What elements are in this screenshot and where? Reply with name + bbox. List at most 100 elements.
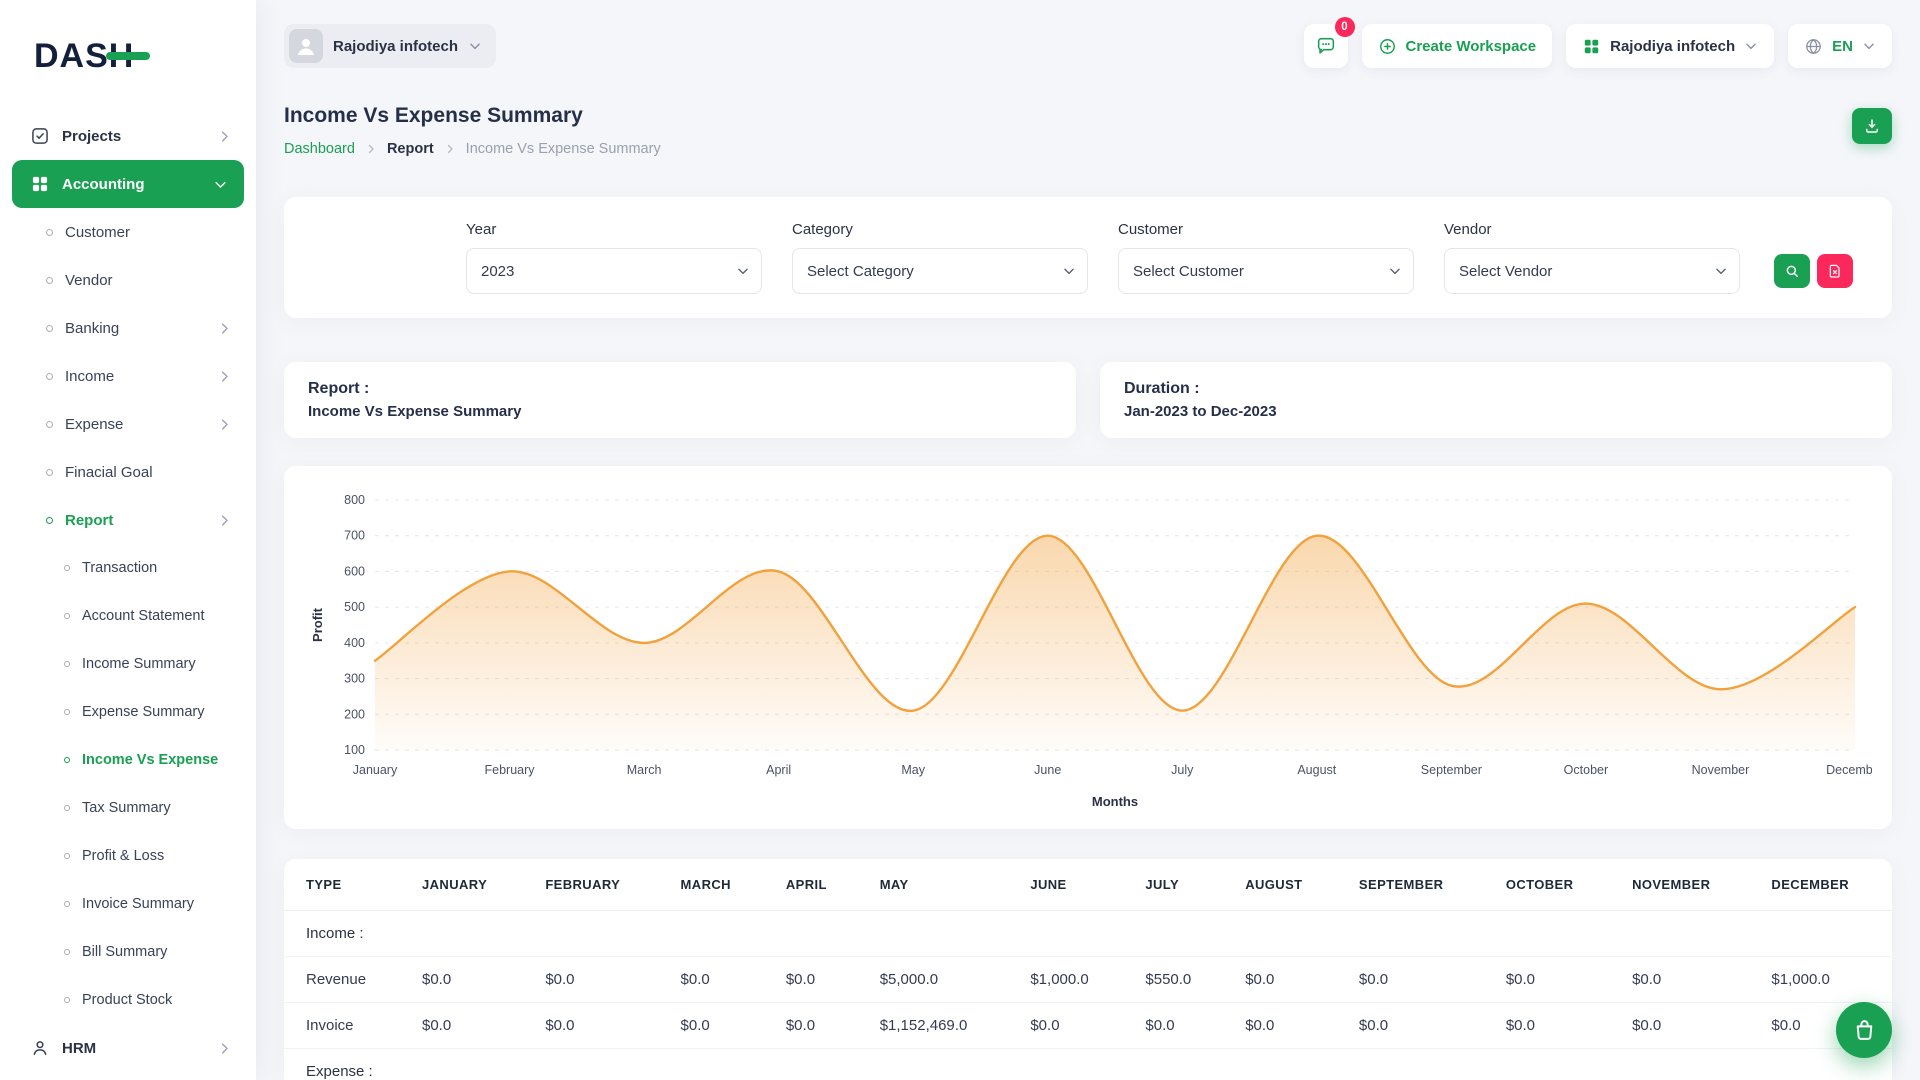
sidebar: DASH Projects Accounting Customer Vendor Ban… — [0, 0, 256, 1080]
sidebar-item-invoice-summary[interactable]: Invoice Summary — [0, 880, 256, 928]
chevron-right-icon — [217, 513, 232, 528]
messages-button[interactable]: 0 — [1304, 24, 1348, 68]
sidebar-item-product-stock[interactable]: Product Stock — [0, 976, 256, 1024]
table-row: Invoice$0.0$0.0$0.0$0.0$1,152,469.0$0.0$… — [284, 1003, 1892, 1049]
sidebar-item-finacial-goal[interactable]: Finacial Goal — [0, 448, 256, 496]
report-value: Income Vs Expense Summary — [308, 403, 1052, 420]
breadcrumb-report[interactable]: Report — [387, 141, 434, 157]
sidebar-item-account-statement[interactable]: Account Statement — [0, 592, 256, 640]
filter-card: Year 2023 Category Select Category Custo… — [284, 197, 1892, 318]
svg-text:May: May — [901, 763, 925, 777]
report-table-card: TYPEJANUARYFEBRUARYMARCHAPRILMAYJUNEJULY… — [284, 859, 1892, 1080]
duration-value: Jan-2023 to Dec-2023 — [1124, 403, 1868, 420]
bullet-icon — [64, 949, 70, 955]
account-menu-button[interactable]: Rajodiya infotech — [1566, 24, 1774, 68]
bullet-icon — [64, 997, 70, 1003]
vendor-select[interactable]: Select Vendor — [1444, 248, 1740, 294]
column-header: JANUARY — [404, 859, 527, 911]
sidebar-item-label: Account Statement — [82, 608, 205, 624]
sidebar-item-label: Expense — [65, 416, 123, 433]
table-section-row: Expense : — [284, 1049, 1892, 1080]
chevron-down-icon — [213, 177, 228, 192]
filter-category: Category Select Category — [792, 221, 1088, 294]
breadcrumb-dashboard[interactable]: Dashboard — [284, 141, 355, 157]
column-header: MARCH — [663, 859, 768, 911]
sidebar-item-income[interactable]: Income — [0, 352, 256, 400]
sidebar-item-label: HRM — [62, 1040, 96, 1057]
chevron-down-icon — [1862, 39, 1876, 53]
sidebar-item-banking[interactable]: Banking — [0, 304, 256, 352]
year-select[interactable]: 2023 — [466, 248, 762, 294]
sidebar-item-tax-summary[interactable]: Tax Summary — [0, 784, 256, 832]
brand-logo[interactable]: DASH — [0, 0, 256, 112]
reset-button[interactable] — [1817, 254, 1853, 288]
sidebar-item-accounting[interactable]: Accounting — [12, 160, 244, 208]
sidebar-item-income-summary[interactable]: Income Summary — [0, 640, 256, 688]
column-header: APRIL — [768, 859, 862, 911]
sidebar-item-transaction[interactable]: Transaction — [0, 544, 256, 592]
sidebar-item-expense[interactable]: Expense — [0, 400, 256, 448]
brand-name: DASH — [34, 39, 134, 73]
sidebar-item-label: Product Stock — [82, 992, 172, 1008]
chat-icon — [1315, 35, 1337, 57]
breadcrumb-current: Income Vs Expense Summary — [466, 141, 661, 157]
sidebar-item-hrm[interactable]: HRM — [0, 1024, 256, 1072]
sidebar-item-label: Customer — [65, 224, 130, 241]
topbar-actions: 0 Create Workspace Rajodiya infotech — [1304, 24, 1893, 68]
language-selector[interactable]: EN — [1788, 24, 1892, 68]
create-workspace-button[interactable]: Create Workspace — [1362, 24, 1553, 68]
page-header-text: Income Vs Expense Summary Dashboard Repo… — [284, 102, 661, 157]
customer-select[interactable]: Select Customer — [1118, 248, 1414, 294]
svg-text:200: 200 — [344, 707, 365, 721]
bullet-icon — [46, 469, 53, 476]
cell-value: $1,000.0 — [1012, 957, 1127, 1003]
cell-value: $0.0 — [1341, 1003, 1488, 1049]
cell-value: $0.0 — [527, 1003, 662, 1049]
cell-value: $0.0 — [1614, 957, 1753, 1003]
sidebar-item-expense-summary[interactable]: Expense Summary — [0, 688, 256, 736]
sidebar-item-income-vs-expense[interactable]: Income Vs Expense — [0, 736, 256, 784]
filter-year: Year 2023 — [466, 221, 762, 294]
duration-label: Duration : — [1124, 380, 1868, 398]
cell-value: $0.0 — [527, 957, 662, 1003]
notification-badge: 0 — [1335, 17, 1355, 37]
report-label: Report : — [308, 380, 1052, 398]
vendor-label: Vendor — [1444, 221, 1740, 238]
sidebar-item-label: Projects — [62, 128, 121, 145]
sidebar-item-label: Accounting — [62, 176, 145, 193]
column-header: MAY — [862, 859, 1013, 911]
chevron-right-icon — [217, 417, 232, 432]
sidebar-item-profit-loss[interactable]: Profit & Loss — [0, 832, 256, 880]
column-header: JUNE — [1012, 859, 1127, 911]
search-button[interactable] — [1774, 254, 1810, 288]
sidebar-item-bill-summary[interactable]: Bill Summary — [0, 928, 256, 976]
chevron-down-icon — [1744, 39, 1758, 53]
bullet-icon — [64, 613, 70, 619]
cell-value: $0.0 — [1341, 957, 1488, 1003]
support-button[interactable] — [1836, 1002, 1892, 1058]
svg-text:Profit: Profit — [310, 607, 325, 642]
section-title: Expense : — [284, 1049, 1892, 1080]
customer-label: Customer — [1118, 221, 1414, 238]
sidebar-item-label: Income Summary — [82, 656, 196, 672]
projects-icon — [30, 126, 50, 146]
svg-text:August: August — [1297, 763, 1336, 777]
sidebar-item-customer[interactable]: Customer — [0, 208, 256, 256]
sidebar-item-projects[interactable]: Projects — [0, 112, 256, 160]
chevron-right-icon — [444, 143, 456, 155]
download-button[interactable] — [1852, 108, 1892, 144]
avatar — [289, 29, 323, 63]
file-x-icon — [1827, 263, 1843, 279]
page-title: Income Vs Expense Summary — [284, 102, 661, 130]
sidebar-item-report[interactable]: Report — [0, 496, 256, 544]
workspace-selector[interactable]: Rajodiya infotech — [284, 24, 496, 68]
sidebar-item-label: Vendor — [65, 272, 113, 289]
report-table: TYPEJANUARYFEBRUARYMARCHAPRILMAYJUNEJULY… — [284, 859, 1892, 1080]
sidebar-item-vendor[interactable]: Vendor — [0, 256, 256, 304]
download-icon — [1863, 117, 1881, 135]
column-header: OCTOBER — [1488, 859, 1614, 911]
sidebar-item-label: Invoice Summary — [82, 896, 194, 912]
category-select[interactable]: Select Category — [792, 248, 1088, 294]
create-workspace-label: Create Workspace — [1406, 38, 1537, 55]
sidebar-item-label: Expense Summary — [82, 704, 205, 720]
